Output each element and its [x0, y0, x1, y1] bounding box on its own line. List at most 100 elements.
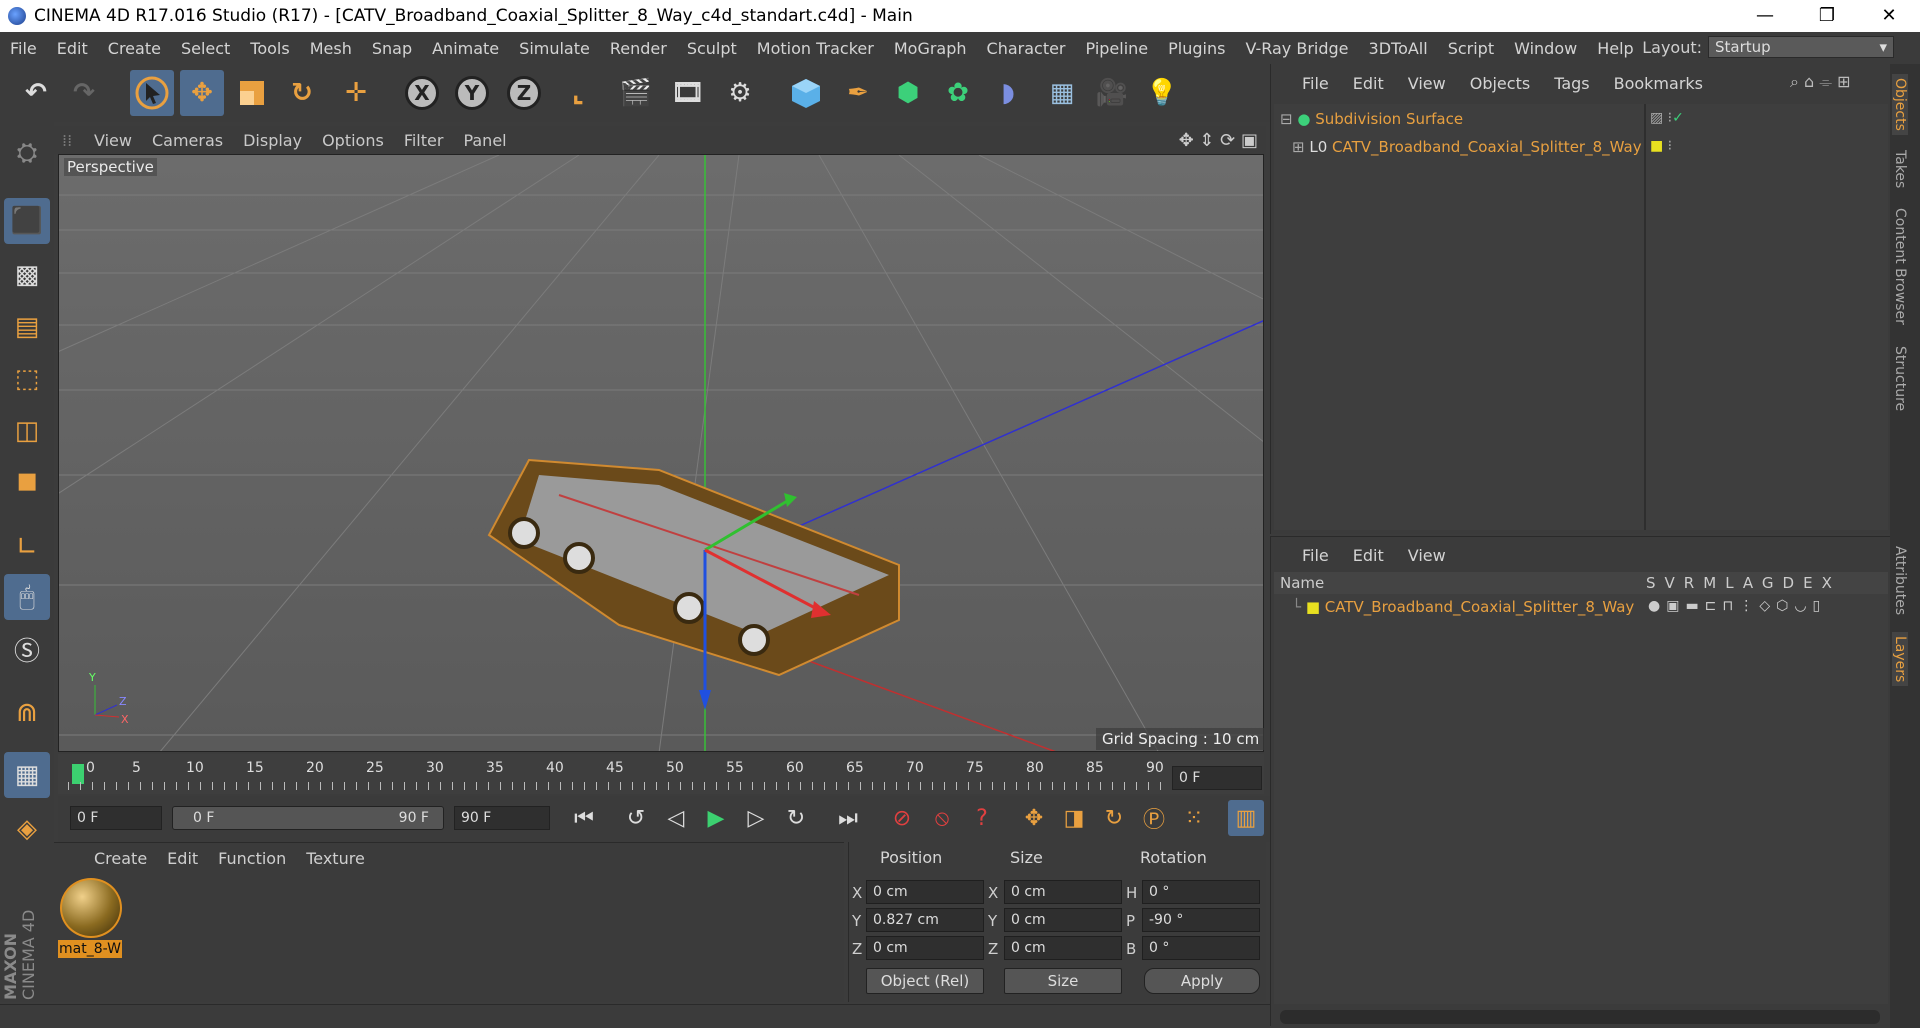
menu-window[interactable]: Window	[1504, 39, 1587, 58]
size-y-field[interactable]: 0 cm	[1004, 908, 1122, 932]
apply-button[interactable]: Apply	[1144, 968, 1260, 994]
position-z-field[interactable]: 0 cm	[866, 936, 984, 960]
viewport-navigation-icons[interactable]: ✥ ⇕ ⟳ ▣	[1179, 130, 1258, 151]
scale-tool-button[interactable]	[230, 70, 274, 116]
soloing-button[interactable]: Ⓢ	[4, 626, 50, 672]
collapse-icon[interactable]: ⊟	[1280, 110, 1293, 128]
rotation-key-toggle[interactable]: ↻	[1096, 800, 1132, 836]
parameter-key-toggle[interactable]: Ⓟ	[1136, 800, 1172, 836]
minimize-button[interactable]: —	[1734, 0, 1796, 32]
move-tool-button[interactable]: ✥	[180, 70, 224, 116]
layer-menu-view[interactable]: View	[1396, 546, 1458, 565]
workplane-mode-button[interactable]: ▤	[4, 304, 50, 350]
start-frame-field[interactable]: 0 F	[70, 806, 162, 830]
flag-g[interactable]: G	[1762, 574, 1783, 592]
point-level-key-toggle[interactable]: ⁙	[1176, 800, 1212, 836]
timeline-window-button[interactable]: ▥	[1228, 800, 1264, 836]
material-name-label[interactable]: mat_8-W	[58, 940, 122, 958]
object-menu-bookmarks[interactable]: Bookmarks	[1602, 74, 1715, 93]
coordinate-system-button[interactable]: ⌞	[556, 70, 600, 116]
viewport-menu-panel[interactable]: Panel	[453, 131, 516, 150]
camera-object-button[interactable]: 🎥	[1090, 70, 1134, 116]
make-editable-button[interactable]: ⛭	[4, 130, 50, 176]
position-key-toggle[interactable]: ✥	[1016, 800, 1052, 836]
object-menu-edit[interactable]: Edit	[1341, 74, 1396, 93]
y-axis-toggle[interactable]: Y	[450, 70, 494, 116]
menu-character[interactable]: Character	[977, 39, 1076, 58]
mograph-cloner-button[interactable]: ✿	[936, 70, 980, 116]
material-preview-swatch[interactable]	[60, 878, 122, 938]
play-button[interactable]: ▶	[698, 800, 734, 836]
next-key-button[interactable]: ↻	[778, 800, 814, 836]
end-frame-field[interactable]: 90 F	[454, 806, 550, 830]
menu-animate[interactable]: Animate	[422, 39, 509, 58]
object-menu-objects[interactable]: Objects	[1458, 74, 1542, 93]
snap-button[interactable]: ⋒	[4, 690, 50, 736]
flag-x[interactable]: X	[1822, 574, 1841, 592]
menu-snap[interactable]: Snap	[362, 39, 422, 58]
menu-render[interactable]: Render	[600, 39, 677, 58]
splitter-tag-icons[interactable]: ■ ⁝	[1650, 138, 1672, 154]
layout-dropdown[interactable]: Startup	[1708, 36, 1894, 58]
viewport-menu-options[interactable]: Options	[312, 131, 394, 150]
menu-mesh[interactable]: Mesh	[300, 39, 362, 58]
expand-icon[interactable]: ⊞	[1292, 138, 1305, 156]
go-to-start-button[interactable]: ⏮	[566, 800, 602, 836]
flag-v[interactable]: V	[1665, 574, 1684, 592]
flag-d[interactable]: D	[1783, 574, 1804, 592]
menu-vray-bridge[interactable]: V-Ray Bridge	[1235, 39, 1358, 58]
scale-key-toggle[interactable]: ◨	[1056, 800, 1092, 836]
live-selection-tool-button[interactable]	[130, 70, 174, 116]
coordinate-mode-dropdown[interactable]: Object (Rel)	[866, 968, 984, 994]
viewport-menu-display[interactable]: Display	[233, 131, 312, 150]
object-menu-file[interactable]: File	[1290, 74, 1341, 93]
playhead-marker[interactable]	[72, 764, 84, 784]
position-x-field[interactable]: 0 cm	[866, 880, 984, 904]
object-menu-tags[interactable]: Tags	[1542, 74, 1601, 93]
tab-objects[interactable]: Objects	[1892, 74, 1908, 135]
menu-select[interactable]: Select	[171, 39, 240, 58]
rotation-h-field[interactable]: 0 °	[1142, 880, 1260, 904]
pen-spline-button[interactable]: ✒	[836, 70, 880, 116]
viewport-menu-cameras[interactable]: Cameras	[142, 131, 233, 150]
material-menu-function[interactable]: Function	[208, 849, 296, 868]
undo-icon[interactable]: ↶	[14, 70, 58, 116]
autokey-button[interactable]: ⦸	[924, 800, 960, 836]
layer-row[interactable]: └ ■ CATV_Broadband_Coaxial_Splitter_8_Wa…	[1292, 598, 1634, 616]
rotation-p-field[interactable]: -90 °	[1142, 908, 1260, 932]
layer-list[interactable]	[1274, 594, 1888, 1004]
texture-mode-button[interactable]: ▩	[4, 252, 50, 298]
keyframe-selection-button[interactable]: ?	[964, 800, 1000, 836]
layer-color-swatch[interactable]: ■	[1306, 598, 1320, 616]
render-picture-viewer-button[interactable]: 🎞	[666, 70, 710, 116]
object-manager-nav-icons[interactable]: ⌕ ⌂ ⌯ ⊞	[1790, 72, 1851, 92]
deformer-button[interactable]: ◗	[986, 70, 1030, 116]
menu-mograph[interactable]: MoGraph	[884, 39, 977, 58]
size-x-field[interactable]: 0 cm	[1004, 880, 1122, 904]
material-menu-create[interactable]: Create	[84, 849, 157, 868]
size-z-field[interactable]: 0 cm	[1004, 936, 1122, 960]
menu-3dtoall[interactable]: 3DToAll	[1359, 39, 1438, 58]
flag-a[interactable]: A	[1743, 574, 1762, 592]
previous-frame-button[interactable]: ◁	[658, 800, 694, 836]
menu-script[interactable]: Script	[1438, 39, 1504, 58]
tab-attributes[interactable]: Attributes	[1892, 546, 1908, 615]
position-y-field[interactable]: 0.827 cm	[866, 908, 984, 932]
enable-axis-button[interactable]: ∟	[4, 524, 50, 570]
transform-tool-button[interactable]: ✛	[334, 70, 378, 116]
x-axis-toggle[interactable]: X	[400, 70, 444, 116]
subdivision-tag-icons[interactable]: ▨ ⁝✓	[1650, 110, 1684, 126]
previous-key-button[interactable]: ↺	[618, 800, 654, 836]
viewport-menu-filter[interactable]: Filter	[394, 131, 454, 150]
render-settings-button[interactable]: ⚙	[718, 70, 762, 116]
tab-content-browser[interactable]: Content Browser	[1892, 208, 1908, 325]
menu-plugins[interactable]: Plugins	[1158, 39, 1235, 58]
frame-range-slider[interactable]: 0 F 90 F	[172, 806, 444, 830]
go-to-end-button[interactable]: ⏭	[830, 800, 866, 836]
floor-object-button[interactable]: ▦	[1040, 70, 1084, 116]
object-row-subdivision[interactable]: ⊟ ● Subdivision Surface	[1280, 110, 1463, 128]
tab-takes[interactable]: Takes	[1892, 150, 1908, 188]
render-view-button[interactable]: 🎬	[614, 70, 658, 116]
polygons-mode-button[interactable]: ◼	[4, 458, 50, 504]
rotate-tool-button[interactable]: ↻	[280, 70, 324, 116]
